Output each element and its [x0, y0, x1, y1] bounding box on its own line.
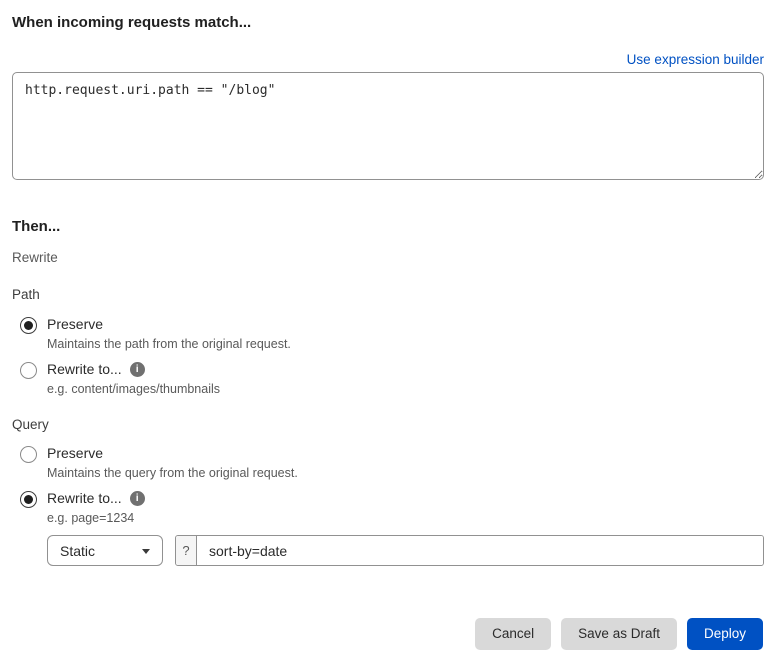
path-preserve-label: Preserve: [47, 316, 104, 332]
path-rewrite-description: e.g. content/images/thumbnails: [47, 382, 221, 396]
path-rewrite-option[interactable]: Rewrite to... i e.g. content/images/thum…: [20, 361, 764, 397]
info-icon[interactable]: i: [129, 362, 145, 377]
path-rewrite-label: Rewrite to...: [47, 361, 122, 377]
query-preserve-text: Preserve Maintains the query from the or…: [47, 445, 298, 481]
path-preserve-option[interactable]: Preserve Maintains the path from the ori…: [20, 316, 764, 352]
expression-builder-link-row: Use expression builder: [12, 52, 764, 68]
save-as-draft-button[interactable]: Save as Draft: [561, 618, 677, 650]
query-preserve-radio[interactable]: [20, 446, 37, 463]
deploy-button[interactable]: Deploy: [686, 618, 763, 650]
path-preserve-description: Maintains the path from the original req…: [47, 337, 291, 351]
match-section-heading: When incoming requests match...: [12, 14, 252, 31]
query-rewrite-label: Rewrite to...: [47, 490, 122, 506]
rewrite-type-select[interactable]: Static: [47, 535, 163, 566]
rewrite-type-select-value: Static: [60, 542, 96, 559]
query-rewrite-controls: Static ?: [47, 535, 764, 566]
info-icon[interactable]: i: [129, 491, 145, 506]
query-group-label: Query: [12, 417, 49, 432]
path-preserve-radio[interactable]: [20, 317, 37, 334]
path-group-label: Path: [12, 287, 40, 302]
query-preserve-label: Preserve: [47, 445, 104, 461]
query-preserve-option[interactable]: Preserve Maintains the query from the or…: [20, 445, 764, 481]
form-footer: Cancel Save as Draft Deploy: [12, 618, 764, 650]
rewrite-subheading: Rewrite: [12, 250, 58, 265]
query-value-composite: ?: [175, 535, 764, 566]
path-rewrite-text: Rewrite to... i e.g. content/images/thum…: [47, 361, 220, 397]
path-preserve-text: Preserve Maintains the path from the ori…: [47, 316, 291, 352]
query-preserve-description: Maintains the query from the original re…: [47, 466, 298, 480]
use-expression-builder-link[interactable]: Use expression builder: [627, 52, 764, 67]
chevron-down-icon: [142, 548, 150, 554]
query-rewrite-description: e.g. page=1234: [47, 511, 135, 525]
path-rewrite-label-row: Rewrite to... i: [47, 361, 220, 378]
query-rewrite-option[interactable]: Rewrite to... i e.g. page=1234: [20, 490, 764, 526]
cancel-button[interactable]: Cancel: [475, 618, 552, 650]
query-rewrite-label-row: Rewrite to... i: [47, 490, 145, 507]
query-value-input[interactable]: [197, 536, 763, 565]
expression-editor[interactable]: http.request.uri.path == "/blog": [12, 72, 764, 180]
path-rewrite-radio[interactable]: [20, 362, 37, 379]
query-rewrite-radio[interactable]: [20, 491, 37, 508]
then-section-heading: Then...: [12, 218, 61, 235]
query-prefix-badge: ?: [176, 536, 197, 565]
query-rewrite-text: Rewrite to... i e.g. page=1234: [47, 490, 145, 526]
rewrite-rule-form: When incoming requests match... Use expr…: [0, 0, 778, 650]
